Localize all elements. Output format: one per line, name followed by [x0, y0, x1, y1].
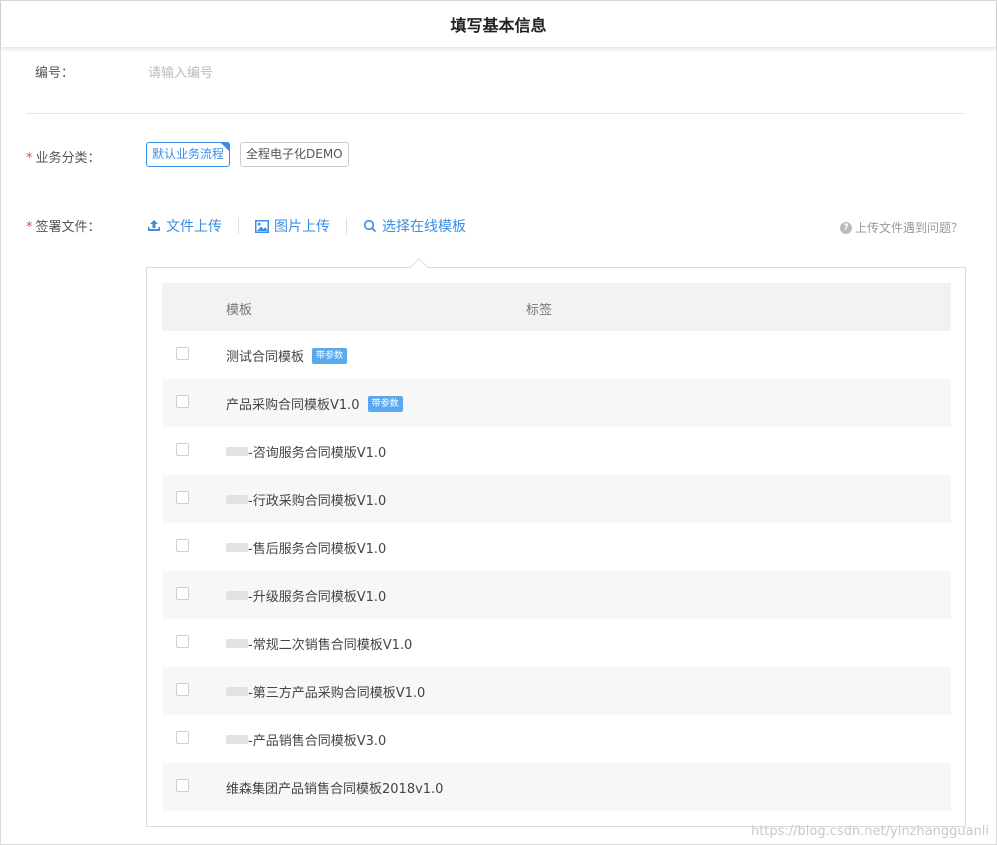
row-checkbox[interactable] — [176, 731, 189, 744]
template-name: -产品销售合同模板V3.0 — [226, 730, 386, 749]
table-row[interactable]: -第三方产品采购合同模板V1.0 — [162, 667, 951, 715]
template-panel: 模板 标签 测试合同模板 带参数 产品采购合同模板V1.0 带参数 -咨询服务合同模版V… — [146, 267, 966, 827]
template-name-text: -第三方产品采购合同模板V1.0 — [248, 686, 426, 701]
template-name-text: 维森集团产品销售合同模板2018v1.0 — [226, 782, 444, 797]
image-upload-label: 图片上传 — [274, 219, 330, 235]
table-row[interactable]: -常规二次销售合同模板V1.0 — [162, 619, 951, 667]
search-icon — [363, 219, 377, 233]
redacted-prefix — [226, 687, 248, 696]
file-upload-button[interactable]: 文件上传 — [147, 216, 222, 236]
row-checkbox[interactable] — [176, 347, 189, 360]
image-upload-button[interactable]: 图片上传 — [255, 216, 330, 236]
template-name: 维森集团产品销售合同模板2018v1.0 — [226, 778, 443, 797]
template-name: -咨询服务合同模版V1.0 — [226, 442, 386, 461]
template-name-text: -升级服务合同模板V1.0 — [248, 590, 387, 605]
template-name-text: 产品采购合同模板V1.0 — [226, 398, 360, 413]
template-name-text: -常规二次销售合同模板V1.0 — [248, 638, 413, 653]
table-row[interactable]: -行政采购合同模板V1.0 — [162, 475, 951, 523]
question-icon: ? — [839, 221, 852, 234]
row-checkbox[interactable] — [176, 443, 189, 456]
number-label: 编号： — [35, 66, 75, 81]
table-row[interactable]: 测试合同模板 带参数 — [162, 331, 951, 379]
template-name: -常规二次销售合同模板V1.0 — [226, 634, 412, 653]
column-header-tag: 标签 — [526, 303, 553, 318]
column-header-template: 模板 — [226, 303, 253, 318]
online-template-label: 选择在线模板 — [382, 219, 466, 235]
template-name: 测试合同模板 带参数 — [226, 346, 348, 365]
action-separator — [238, 218, 239, 234]
table-row[interactable]: -售后服务合同模板V1.0 — [162, 523, 951, 571]
required-asterisk: * — [26, 151, 33, 166]
template-name: 产品采购合同模板V1.0 带参数 — [226, 394, 403, 413]
upload-icon — [148, 220, 160, 231]
table-row[interactable]: -升级服务合同模板V1.0 — [162, 571, 951, 619]
template-name-text: -产品销售合同模板V3.0 — [248, 734, 387, 749]
table-header: 模板 标签 — [162, 283, 951, 331]
panel-pointer — [408, 256, 430, 268]
divider — [26, 113, 965, 114]
page-title: 填写基本信息 — [450, 16, 547, 35]
redacted-prefix — [226, 591, 248, 600]
redacted-prefix — [226, 447, 248, 456]
template-name-text: -咨询服务合同模版V1.0 — [248, 446, 387, 461]
template-name-text: -售后服务合同模板V1.0 — [248, 542, 387, 557]
dialog-header: 填写基本信息 — [1, 1, 996, 47]
template-name: -售后服务合同模板V1.0 — [226, 538, 386, 557]
param-badge: 带参数 — [312, 347, 348, 364]
upload-help-link[interactable]: ? 上传文件遇到问题？ — [839, 219, 963, 236]
row-checkbox[interactable] — [176, 491, 189, 504]
upload-help-label: 上传文件遇到问题？ — [854, 221, 963, 235]
category-option-demo[interactable]: 全程电子化DEMO — [240, 142, 349, 167]
template-name-text: 测试合同模板 — [226, 350, 305, 365]
redacted-prefix — [226, 543, 248, 552]
action-separator — [346, 218, 347, 234]
watermark: https://blog.csdn.net/yinzhangguanli — [750, 824, 989, 839]
row-checkbox[interactable] — [176, 683, 189, 696]
image-icon — [255, 219, 269, 233]
redacted-prefix — [226, 639, 248, 648]
template-name: -升级服务合同模板V1.0 — [226, 586, 386, 605]
business-category-label: * 业务分类： — [26, 151, 101, 166]
redacted-prefix — [226, 735, 248, 744]
selected-corner-icon — [220, 142, 231, 152]
redacted-prefix — [226, 495, 248, 504]
row-checkbox[interactable] — [176, 587, 189, 600]
table-row[interactable]: 维森集团产品销售合同模板2018v1.0 — [162, 763, 951, 811]
template-name: -第三方产品采购合同模板V1.0 — [226, 682, 425, 701]
param-badge: 带参数 — [367, 395, 403, 412]
row-checkbox[interactable] — [176, 635, 189, 648]
row-checkbox[interactable] — [176, 395, 189, 408]
number-input[interactable]: 请输入编号 — [148, 62, 213, 81]
row-checkbox[interactable] — [176, 539, 189, 552]
category-option-default[interactable]: 默认业务流程 — [146, 142, 231, 167]
row-checkbox[interactable] — [176, 779, 189, 792]
table-row[interactable]: -咨询服务合同模版V1.0 — [162, 427, 951, 475]
template-name-text: -行政采购合同模板V1.0 — [248, 494, 387, 509]
required-asterisk: * — [26, 220, 33, 235]
online-template-button[interactable]: 选择在线模板 — [363, 216, 466, 236]
table-row[interactable]: 产品采购合同模板V1.0 带参数 — [162, 379, 951, 427]
table-row[interactable]: -产品销售合同模板V3.0 — [162, 715, 951, 763]
sign-files-label: * 签署文件： — [26, 220, 101, 235]
template-name: -行政采购合同模板V1.0 — [226, 490, 386, 509]
file-upload-label: 文件上传 — [166, 219, 222, 235]
